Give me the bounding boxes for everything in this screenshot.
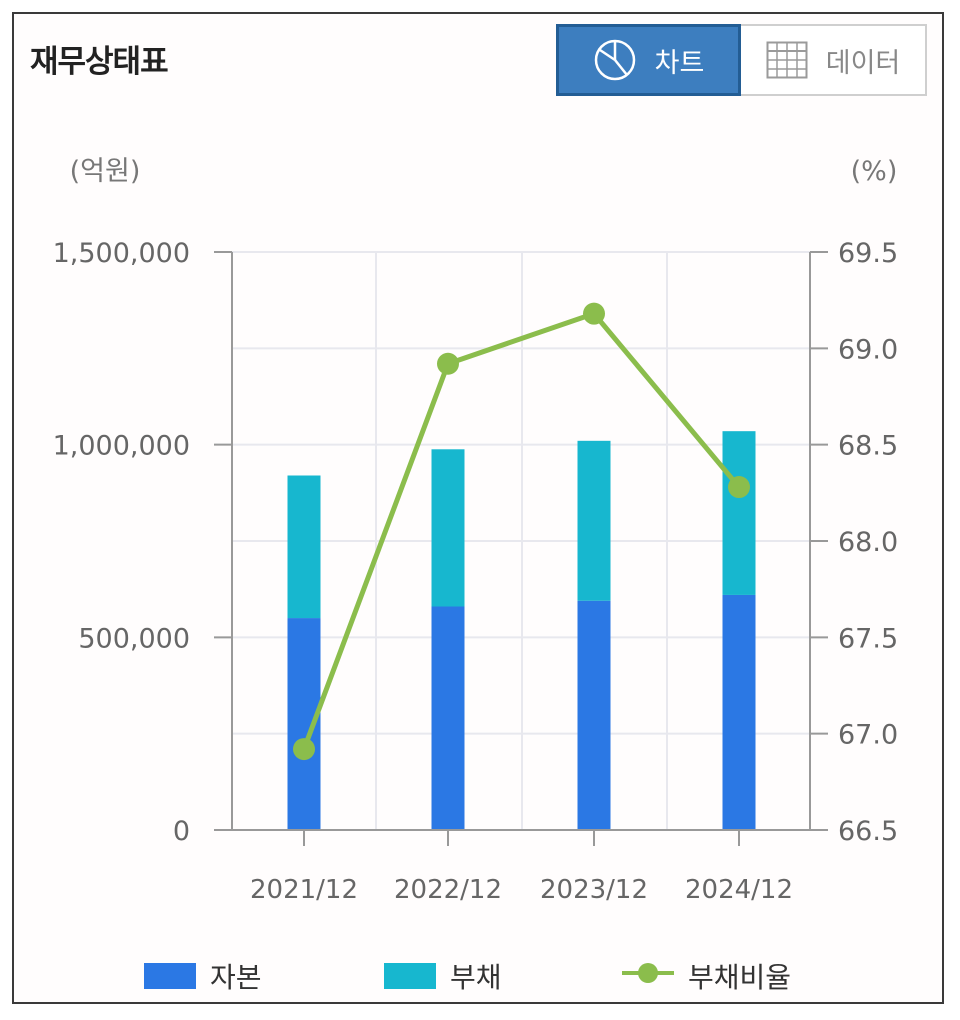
legend-item-debt-ratio[interactable]: 부채비율	[622, 956, 791, 996]
legend-label-debt-ratio: 부채비율	[688, 961, 792, 994]
x-axis-tick-label: 2024/12	[685, 875, 793, 905]
debt-ratio-point	[293, 738, 315, 761]
right-axis-tick-label: 67.0	[838, 720, 898, 751]
legend-label-capital: 자본	[210, 961, 262, 994]
left-axis-tick-label: 1,000,000	[53, 431, 190, 462]
right-axis-tick-label: 69.5	[838, 238, 898, 269]
left-axis-tick-label: 1,500,000	[53, 238, 190, 269]
bar-capital	[722, 594, 756, 830]
legend-swatch-debt-ratio	[622, 960, 674, 993]
right-axis-tick-label: 69.0	[838, 334, 898, 365]
x-axis-tick-label: 2021/12	[250, 875, 358, 905]
legend-item-capital[interactable]: 자본	[144, 956, 262, 996]
legend-swatch-capital	[144, 963, 196, 989]
debt-ratio-point	[728, 476, 750, 499]
bar-debt	[577, 440, 611, 601]
balance-sheet-chart: 0 500,000 1,000,000 1,500,000 66.5 67.0 67.5 68…	[53, 156, 899, 905]
chart-legend: 자본 부채 부채비율	[0, 956, 960, 996]
bar-capital	[431, 606, 465, 830]
debt-ratio-point	[583, 302, 605, 325]
right-axis-tick-label: 68.5	[838, 431, 898, 462]
right-axis-tick-label: 66.5	[838, 816, 898, 847]
bar-debt	[287, 475, 321, 619]
bar-debt	[431, 449, 465, 607]
legend-item-debt[interactable]: 부채	[384, 956, 502, 996]
legend-label-debt: 부채	[450, 961, 502, 994]
bar-debt	[722, 431, 756, 595]
bar-capital	[577, 600, 611, 830]
left-axis-unit-label: (억원)	[70, 156, 141, 187]
right-axis-tick-label: 67.5	[838, 623, 898, 654]
debt-ratio-point	[437, 352, 459, 375]
right-axis-unit-label: (%)	[851, 156, 898, 187]
left-axis-tick-label: 0	[173, 816, 190, 847]
right-axis-tick-label: 68.0	[838, 527, 898, 558]
left-axis-tick-label: 500,000	[78, 623, 190, 654]
x-axis-tick-label: 2022/12	[394, 875, 502, 905]
x-axis-tick-label: 2023/12	[540, 875, 648, 905]
legend-swatch-debt	[384, 963, 436, 989]
